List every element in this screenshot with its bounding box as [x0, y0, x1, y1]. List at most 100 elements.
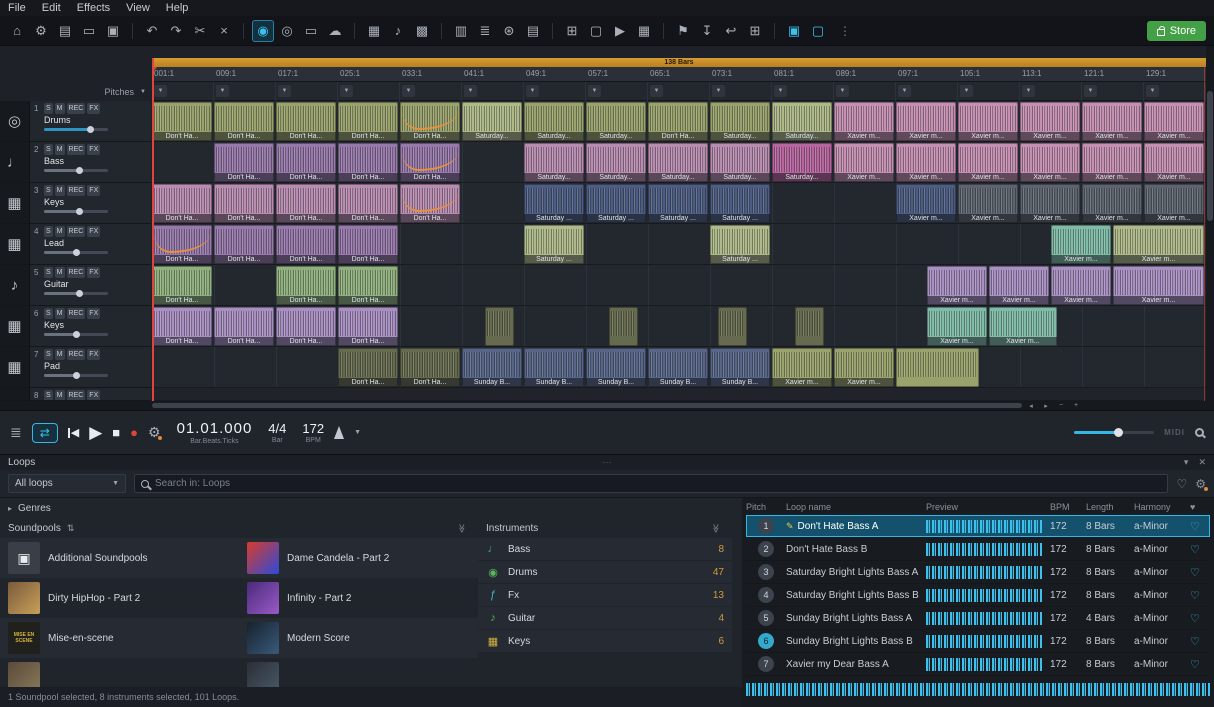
audio-clip[interactable]: Sunday B... [648, 348, 708, 387]
pitch-badge[interactable]: 2 [758, 541, 774, 557]
loop-row[interactable]: 1✎Don't Hate Bass A1728 Barsa-Minor♡ [746, 515, 1210, 538]
vertical-scrollbar[interactable] [1206, 46, 1214, 401]
audio-clip[interactable]: Xavier m... [896, 143, 956, 182]
audio-clip[interactable] [718, 307, 747, 346]
audio-clip[interactable]: Don't Ha... [214, 143, 274, 182]
audio-clip[interactable]: Saturday... [462, 102, 522, 141]
save-project-icon[interactable]: ▣ [102, 20, 124, 42]
audio-clip[interactable]: Don't Ha... [276, 143, 336, 182]
audio-clip[interactable]: Xavier m... [1082, 143, 1142, 182]
audio-clip[interactable]: Xavier m... [927, 266, 987, 305]
pitch-selector[interactable]: ▼ [1144, 82, 1206, 101]
keyboard-view-icon[interactable]: ▦ [363, 20, 385, 42]
audio-clip[interactable]: Xavier m... [1113, 266, 1204, 305]
metronome-dropdown-icon[interactable]: ▼ [354, 429, 361, 436]
favorite-heart-icon[interactable]: ♡ [1190, 658, 1210, 671]
audio-clip[interactable]: Xavier m... [958, 143, 1018, 182]
play-button[interactable]: ▶ [89, 423, 102, 443]
soundpool-item[interactable]: Modern Score [239, 618, 478, 658]
audition-icon[interactable]: ◉ [252, 20, 274, 42]
pitch-badge[interactable]: 7 [758, 656, 774, 672]
audio-clip[interactable]: Xavier m... [1144, 143, 1204, 182]
track-m-button[interactable]: M [55, 185, 65, 196]
favorite-heart-icon[interactable]: ♡ [1190, 612, 1210, 625]
audio-clip[interactable]: Xavier m... [834, 102, 894, 141]
loop-row[interactable]: 6Sunday Bright Lights Bass B1728 Barsa-M… [746, 630, 1210, 653]
audio-clip[interactable]: Saturday ... [648, 184, 708, 223]
track-fx-button[interactable]: FX [87, 226, 100, 237]
sort-icon[interactable]: ⇅ [67, 523, 75, 534]
panel-drag-handle[interactable]: ⋯ [603, 457, 612, 468]
audio-clip[interactable]: Xavier m... [989, 266, 1049, 305]
track-rec-button[interactable]: REC [67, 349, 86, 360]
track-m-button[interactable]: M [55, 390, 65, 401]
audio-clip[interactable]: Xavier m... [1051, 266, 1111, 305]
audio-clip[interactable]: Don't Ha... [338, 184, 398, 223]
menu-item-help[interactable]: Help [166, 2, 189, 14]
scene-frames-icon[interactable]: ⊞ [744, 20, 766, 42]
audio-clip[interactable]: Saturday... [772, 102, 832, 141]
track-s-button[interactable]: S [44, 185, 53, 196]
scroll-left-button[interactable]: ◂ [1025, 402, 1037, 410]
pitch-badge[interactable]: 1 [758, 518, 774, 534]
track-m-button[interactable]: M [55, 349, 65, 360]
track-s-button[interactable]: S [44, 144, 53, 155]
search-icon[interactable] [1195, 428, 1204, 437]
audio-clip[interactable]: Don't Ha... [276, 102, 336, 141]
track-m-button[interactable]: M [55, 267, 65, 278]
audio-clip[interactable]: Don't Ha... [338, 102, 398, 141]
track-m-button[interactable]: M [55, 144, 65, 155]
audio-clip[interactable]: Don't Ha... [338, 266, 398, 305]
track-s-button[interactable]: S [44, 267, 53, 278]
mixer-faders-icon[interactable]: ≣ [474, 20, 496, 42]
soundpool-item[interactable] [0, 658, 239, 687]
track-rec-button[interactable]: REC [67, 144, 86, 155]
audio-clip[interactable]: Don't Ha... [276, 184, 336, 223]
smart-preview-icon[interactable]: ◎ [276, 20, 298, 42]
audio-clip[interactable]: Don't Ha... [214, 307, 274, 346]
loop-row[interactable]: 7Xavier my Dear Bass A1728 Barsa-Minor♡ [746, 653, 1210, 676]
audio-clip[interactable]: Don't Ha... [400, 143, 460, 182]
pitch-selector[interactable]: ▼ [276, 82, 338, 101]
audio-clip[interactable]: Xavier m... [1082, 184, 1142, 223]
horizontal-scrollbar-thumb[interactable] [152, 403, 1022, 408]
mixer-console-icon[interactable]: ▦ [633, 20, 655, 42]
audio-clip[interactable]: Xavier m... [927, 307, 987, 346]
pitch-selector[interactable]: ▼ [648, 82, 710, 101]
audio-clip[interactable]: Don't Ha... [214, 225, 274, 264]
collapse-chevron-icon[interactable]: ≫ [710, 523, 721, 532]
track-s-button[interactable]: S [44, 226, 53, 237]
pitch-selector[interactable]: ▼ [1020, 82, 1082, 101]
pitch-selector[interactable]: ▼ [152, 82, 214, 101]
track-fx-button[interactable]: FX [87, 349, 100, 360]
audio-clip[interactable]: Don't Ha... [648, 102, 708, 141]
favorite-heart-icon[interactable]: ♡ [1190, 520, 1210, 533]
instrument-item[interactable]: ♪Guitar4 [478, 607, 732, 629]
volume-knob[interactable] [1114, 428, 1123, 437]
audio-clip[interactable]: Saturday... [524, 143, 584, 182]
instrument-item[interactable]: ◉Drums47 [478, 561, 732, 583]
effects-rack-icon[interactable]: ⊛ [498, 20, 520, 42]
track-volume-slider[interactable] [44, 292, 108, 295]
pitch-selector[interactable]: ▼ [772, 82, 834, 101]
pitch-selector[interactable]: ▼ [1082, 82, 1144, 101]
audio-clip[interactable]: Xavier m... [1051, 225, 1111, 264]
delete-icon[interactable]: × [213, 20, 235, 42]
track-m-button[interactable]: M [55, 226, 65, 237]
pitch-selector[interactable]: ▼ [338, 82, 400, 101]
panel-close-icon[interactable]: ✕ [1198, 457, 1206, 468]
slider-knob[interactable] [73, 331, 80, 338]
audio-clip[interactable]: Don't Ha... [338, 225, 398, 264]
settings-icon[interactable]: ⚙ [30, 20, 52, 42]
track-s-button[interactable]: S [44, 390, 53, 401]
slider-knob[interactable] [76, 208, 83, 215]
track-fx-button[interactable]: FX [87, 185, 100, 196]
new-project-icon[interactable]: ▤ [54, 20, 76, 42]
audio-clip[interactable]: Saturday... [524, 102, 584, 141]
pitch-selector[interactable]: ▼ [586, 82, 648, 101]
audio-clip[interactable]: Don't Ha... [214, 102, 274, 141]
soundpool-item[interactable]: Infinity - Part 2 [239, 578, 478, 618]
audio-clip[interactable]: Xavier m... [1020, 184, 1080, 223]
zoom-in-button[interactable]: + [1070, 402, 1082, 409]
track-s-button[interactable]: S [44, 308, 53, 319]
